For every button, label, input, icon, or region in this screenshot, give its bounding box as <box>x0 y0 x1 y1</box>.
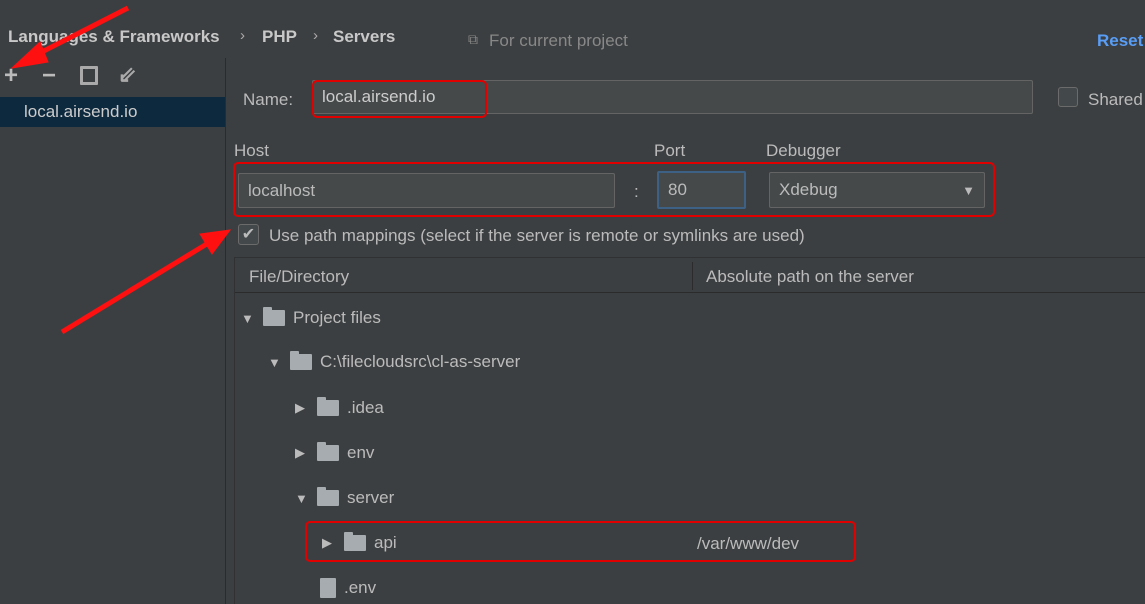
arrow-head <box>199 229 232 255</box>
arrow-head <box>10 41 49 69</box>
annotation-arrows <box>10 5 232 335</box>
arrow-line <box>60 239 212 335</box>
arrow-line <box>28 5 130 61</box>
